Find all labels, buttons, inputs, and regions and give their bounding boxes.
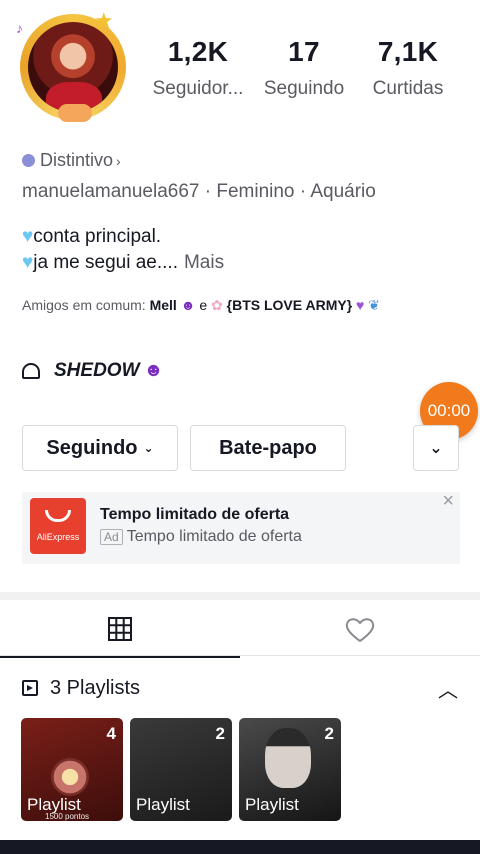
ad-title: Tempo limitado de oferta <box>100 506 290 523</box>
section-divider <box>0 592 480 600</box>
home-icon <box>22 363 40 379</box>
blue-heart-icon: ♥ <box>22 252 34 273</box>
heart-icon <box>345 618 375 643</box>
chevron-up-icon[interactable]: ︿ <box>438 674 458 703</box>
content-tabs <box>0 602 480 658</box>
frame-heart-decoration <box>58 104 92 122</box>
zodiac-sign: Aquário <box>310 181 376 202</box>
followers-label: Seguidor... <box>152 78 244 99</box>
avatar-photo <box>28 22 118 112</box>
shedow-link[interactable]: SHEDOW ☻ <box>22 360 164 382</box>
close-icon[interactable]: × <box>442 490 454 513</box>
suggestions-toggle-button[interactable]: ⌄ <box>413 425 459 471</box>
purple-heart-icon: ♥ <box>356 297 365 313</box>
crown-icon: ★ <box>94 8 114 33</box>
bio-line-1: conta principal. <box>33 226 162 247</box>
following-button[interactable]: Seguindo ⌄ <box>22 425 178 471</box>
ad-tag: Ad <box>100 529 123 545</box>
playlist-card[interactable]: 2 Playlist <box>130 718 232 821</box>
chat-button-label: Bate-papo <box>219 436 317 459</box>
following-label: Seguindo <box>263 78 345 99</box>
likes-count: 7,1K <box>377 36 439 67</box>
mutual-friends[interactable]: Amigos em comum: Mell ☻ e ✿ {BTS LOVE AR… <box>22 294 462 316</box>
connector: e <box>199 297 208 313</box>
shedow-label: SHEDOW <box>54 360 140 381</box>
playlists-title: 3 Playlists <box>50 676 141 699</box>
playlist-card[interactable]: 2 Playlist <box>239 718 341 821</box>
gender: Feminino <box>216 181 295 202</box>
tab-videos[interactable] <box>0 602 240 658</box>
playlist-thumbnail <box>51 758 89 796</box>
ad-subtitle: Ad Tempo limitado de oferta <box>100 528 302 546</box>
playlist-caption: 1500 pontos <box>45 812 90 821</box>
next-row-preview <box>0 840 480 854</box>
playlist-label: Playlist <box>136 795 190 814</box>
profile-avatar[interactable]: ★ ♪ <box>14 8 134 126</box>
bio: ♥conta principal. ♥ja me segui ae.... Mai… <box>22 224 224 276</box>
bio-line-2: ja me segui ae.... <box>33 252 178 273</box>
badge-link[interactable]: Distintivo › <box>22 150 121 171</box>
badge-label: Distintivo <box>40 150 114 170</box>
playlist-icon <box>22 680 38 696</box>
tab-liked[interactable] <box>240 602 480 658</box>
bio-more-link[interactable]: Mais <box>184 252 224 273</box>
playlist-count: 2 <box>324 724 334 743</box>
devil-icon: ☻ <box>143 360 164 381</box>
ad-banner[interactable]: AliExpress Tempo limitado de oferta Ad Te… <box>22 490 460 564</box>
chevron-down-icon: ⌄ <box>429 440 443 457</box>
followers-count: 1,2K <box>167 36 229 67</box>
playlist-label: Playlist <box>245 795 299 814</box>
mutual-friend-2: {BTS LOVE ARMY} <box>226 297 353 313</box>
username: manuelamanuela667 <box>22 181 200 202</box>
playlist-count: 2 <box>215 724 225 743</box>
playlist-thumbnail <box>265 728 311 788</box>
blue-heart-icon: ♥ <box>22 226 34 247</box>
tab-divider <box>0 655 480 656</box>
profile-meta: manuelamanuela667 · Feminino · Aquário <box>22 181 376 202</box>
grid-icon <box>108 617 132 641</box>
playlist-card[interactable]: 4 Playlist 1500 pontos <box>21 718 123 821</box>
chevron-down-icon: ⌄ <box>143 441 154 455</box>
mutual-friend-1: Mell <box>149 297 177 313</box>
likes-stat[interactable]: 7,1K Curtidas <box>364 36 452 100</box>
playlist-count: 4 <box>106 724 116 743</box>
followers-stat[interactable]: 1,2K Seguidor... <box>148 36 248 100</box>
playlists-header[interactable]: 3 Playlists ︿ <box>22 674 462 702</box>
following-stat[interactable]: 17 Seguindo <box>258 36 350 100</box>
music-note-icon: ♪ <box>16 20 23 36</box>
following-button-label: Seguindo <box>46 436 138 459</box>
following-count: 17 <box>288 36 320 67</box>
badge-icon <box>22 154 35 167</box>
flower-icon: ✿ <box>211 297 223 313</box>
butterfly-icon: ❦ <box>368 297 380 313</box>
chat-button[interactable]: Bate-papo <box>190 425 346 471</box>
mutual-friends-label: Amigos em comum: <box>22 297 146 313</box>
chevron-right-icon: › <box>116 152 121 169</box>
devil-icon: ☻ <box>180 297 196 313</box>
aliexpress-logo: AliExpress <box>30 498 86 554</box>
likes-label: Curtidas <box>372 78 444 99</box>
